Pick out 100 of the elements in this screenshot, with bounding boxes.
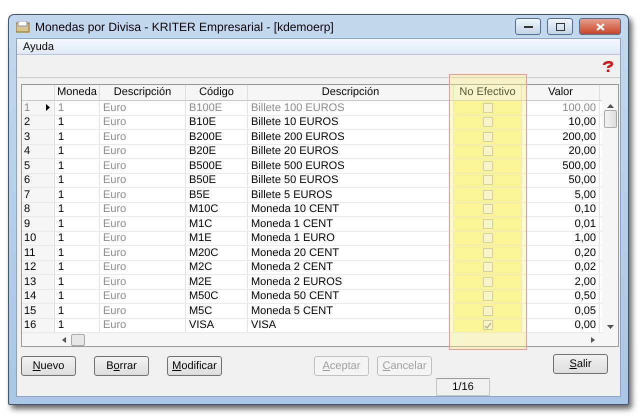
table-cell: B20E bbox=[186, 144, 248, 158]
row-number: 4 bbox=[24, 145, 32, 158]
column-header[interactable]: Código bbox=[186, 85, 248, 100]
table-cell: M1C bbox=[186, 217, 248, 230]
table-cell: 1 bbox=[55, 202, 100, 216]
row-number: 2 bbox=[24, 116, 32, 128]
table-cell: 1 bbox=[55, 275, 100, 288]
row-number: 1 bbox=[24, 102, 32, 114]
table-cell: 200,00 bbox=[522, 130, 600, 144]
column-header[interactable]: Valor bbox=[522, 85, 600, 100]
table-cell: 1 bbox=[55, 101, 100, 114]
column-header[interactable]: Descripción bbox=[248, 85, 454, 100]
table-cell: 1 bbox=[55, 246, 100, 260]
table-cell: 1 bbox=[55, 130, 100, 144]
action-button[interactable]: Salir bbox=[553, 354, 608, 374]
record-counter: 1/16 bbox=[436, 378, 490, 396]
table-cell: Euro bbox=[100, 318, 186, 332]
checkbox[interactable] bbox=[482, 102, 492, 113]
row-number: 7 bbox=[24, 188, 32, 201]
checkbox[interactable] bbox=[482, 233, 492, 244]
help-icon[interactable] bbox=[602, 60, 614, 72]
table-cell: 1 bbox=[55, 116, 100, 129]
row-number: 11 bbox=[24, 246, 36, 259]
scrollbar-thumb[interactable] bbox=[71, 334, 85, 346]
table-cell: M50C bbox=[186, 290, 248, 303]
table-cell: 0,05 bbox=[522, 304, 600, 318]
scrollbar-thumb[interactable] bbox=[604, 110, 616, 128]
checkbox[interactable] bbox=[482, 218, 492, 229]
table-cell: 1 bbox=[55, 174, 100, 187]
table-cell: 5,00 bbox=[522, 188, 600, 202]
table-cell: B5E bbox=[186, 188, 248, 202]
table-cell: 1 bbox=[55, 232, 100, 245]
table-cell: 100,00 bbox=[522, 101, 600, 114]
table-cell: 0,10 bbox=[522, 202, 600, 216]
table-cell: 1 bbox=[55, 159, 100, 172]
table-cell: Euro bbox=[100, 304, 186, 318]
table-cell: B10E bbox=[186, 116, 248, 129]
column-header[interactable]: Descripción bbox=[100, 85, 186, 100]
checkbox[interactable] bbox=[482, 262, 492, 272]
close-icon bbox=[596, 22, 604, 30]
scroll-left-icon[interactable] bbox=[62, 336, 67, 342]
table-cell: Euro bbox=[100, 232, 186, 245]
checkmark-icon bbox=[484, 322, 492, 329]
row-number: 9 bbox=[24, 218, 32, 230]
scroll-up-icon[interactable] bbox=[606, 104, 614, 108]
action-button[interactable]: Modificar bbox=[167, 356, 222, 376]
checkbox[interactable] bbox=[482, 291, 492, 302]
table-cell: B100E bbox=[186, 101, 248, 114]
maximize-icon bbox=[556, 22, 564, 30]
table-cell: M20C bbox=[186, 246, 248, 260]
minimize-button[interactable] bbox=[515, 18, 541, 35]
table-cell: M5C bbox=[186, 304, 248, 318]
checkbox[interactable] bbox=[482, 320, 492, 330]
table-cell: Euro bbox=[100, 246, 186, 260]
maximize-button[interactable] bbox=[547, 18, 573, 35]
table-cell: 0,20 bbox=[522, 246, 600, 260]
action-button[interactable]: Nuevo bbox=[21, 356, 76, 376]
scroll-down-icon[interactable] bbox=[606, 325, 614, 329]
table-cell: B200E bbox=[186, 130, 248, 144]
scroll-right-icon[interactable] bbox=[591, 336, 596, 342]
table-cell: 1 bbox=[55, 290, 100, 303]
table-cell: Euro bbox=[100, 130, 186, 144]
checkbox[interactable] bbox=[482, 175, 492, 186]
checkbox[interactable] bbox=[482, 204, 492, 214]
checkbox[interactable] bbox=[482, 190, 492, 200]
table-cell: M10C bbox=[186, 202, 248, 216]
column-header[interactable]: Moneda bbox=[55, 85, 100, 100]
table-cell: Euro bbox=[100, 188, 186, 202]
close-button[interactable] bbox=[579, 18, 621, 35]
table-cell: Euro bbox=[100, 290, 186, 303]
row-number: 8 bbox=[24, 203, 32, 216]
row-number: 10 bbox=[24, 232, 38, 244]
table-cell: Euro bbox=[100, 101, 186, 114]
table-cell: Euro bbox=[100, 116, 186, 129]
checkbox[interactable] bbox=[482, 132, 492, 142]
checkbox[interactable] bbox=[482, 276, 492, 287]
table-cell: Euro bbox=[100, 275, 186, 288]
checkbox[interactable] bbox=[482, 306, 492, 316]
table-cell: 1,00 bbox=[522, 232, 600, 245]
checkbox[interactable] bbox=[482, 160, 492, 171]
table-cell: 1 bbox=[55, 188, 100, 202]
table-cell: 500,00 bbox=[522, 159, 600, 172]
table-cell: M2E bbox=[186, 275, 248, 288]
table-cell: Euro bbox=[100, 202, 186, 216]
checkbox[interactable] bbox=[482, 117, 492, 128]
table-cell: 0,01 bbox=[522, 217, 600, 230]
checkbox[interactable] bbox=[482, 248, 492, 258]
table-cell: Euro bbox=[100, 159, 186, 172]
table-cell: 1 bbox=[55, 144, 100, 158]
checkbox[interactable] bbox=[482, 146, 492, 156]
row-number: 14 bbox=[24, 290, 38, 302]
menu-item[interactable]: Ayuda bbox=[21, 40, 56, 52]
table-cell: 0,00 bbox=[522, 318, 600, 332]
table-cell: Euro bbox=[100, 260, 186, 274]
table-cell: 50,00 bbox=[522, 174, 600, 187]
column-header[interactable]: No Efectivo bbox=[454, 85, 522, 100]
action-button[interactable]: Borrar bbox=[94, 356, 149, 376]
row-number: 15 bbox=[24, 304, 38, 317]
table-cell: B50E bbox=[186, 174, 248, 187]
table-cell: 0,02 bbox=[522, 260, 600, 274]
